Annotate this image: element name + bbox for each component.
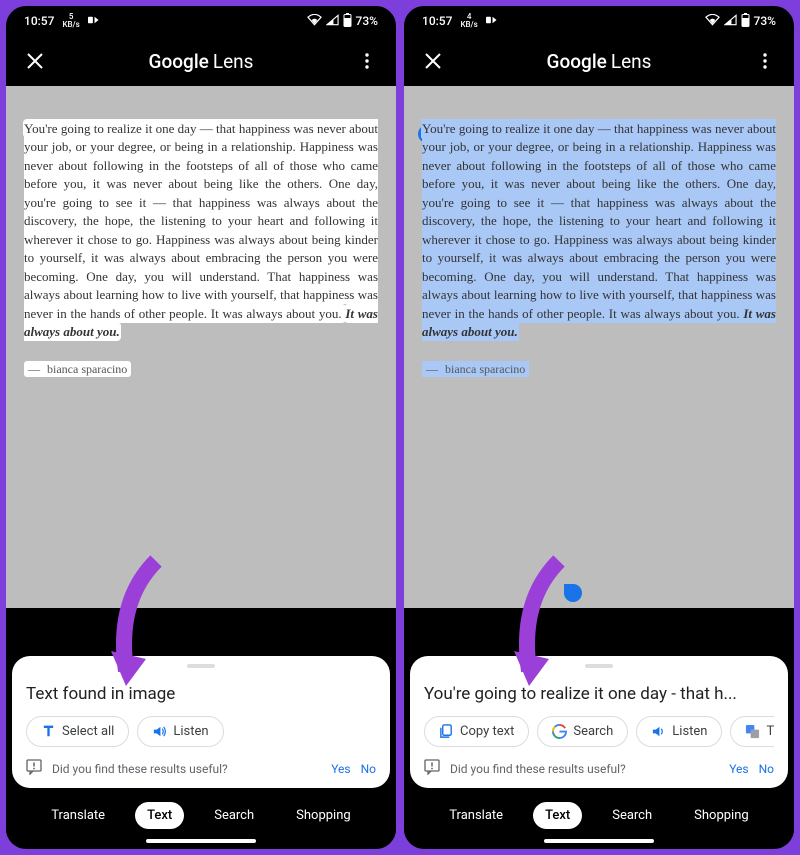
close-icon[interactable] [422,50,444,72]
status-time: 10:57 [422,14,452,28]
home-indicator[interactable] [544,839,654,843]
selection-handle-end[interactable] [564,584,582,602]
feedback-no[interactable]: No [361,762,376,776]
search-button[interactable]: Search [537,716,628,747]
battery-icon [343,13,352,30]
battery-percent: 73% [356,14,378,28]
spacer [404,608,794,656]
listen-button[interactable]: Listen [636,716,722,747]
listen-button[interactable]: Listen [137,716,223,747]
sheet-title: Text found in image [26,684,376,704]
app-header: Google Lens [6,36,396,86]
feedback-question: Did you find these results useful? [450,762,626,776]
tab-shopping[interactable]: Shopping [682,802,761,829]
feedback-yes[interactable]: Yes [729,762,748,776]
action-chips: Copy text Search Listen Tra [424,716,774,747]
sheet-handle[interactable] [585,664,613,668]
text-icon [41,724,56,739]
tab-shopping[interactable]: Shopping [284,802,363,829]
wifi-icon [307,14,322,29]
more-icon[interactable] [356,50,378,72]
tab-translate[interactable]: Translate [437,802,515,829]
mode-tabs: Translate Text Search Shopping [404,788,794,837]
translate-button[interactable]: Tra [730,716,774,747]
copy-text-button[interactable]: Copy text [424,716,529,747]
tab-text[interactable]: Text [533,802,582,829]
notification-icon [486,14,499,28]
feedback-question: Did you find these results useful? [52,762,228,776]
app-title: Google Lens [547,50,652,73]
sheet-title: You're going to realize it one day - tha… [424,684,774,704]
results-sheet: You're going to realize it one day - tha… [410,656,788,788]
status-kbs-unit: KB/s [460,21,477,29]
close-icon[interactable] [24,50,46,72]
phone-screenshot-left: 10:57 5 KB/s 73% Google Lens [4,4,398,851]
sheet-handle[interactable] [187,664,215,668]
app-title: Google Lens [149,50,254,73]
captured-image[interactable]: You're going to realize it one day — tha… [6,86,396,608]
tab-text[interactable]: Text [135,802,184,829]
feedback-yes[interactable]: Yes [331,762,350,776]
speaker-icon [152,724,167,739]
detected-text[interactable]: You're going to realize it one day — tha… [24,120,378,341]
author-text[interactable]: — bianca sparacino [422,361,776,378]
google-icon [552,724,567,739]
translate-icon [745,724,760,739]
author-text[interactable]: — bianca sparacino [24,361,378,378]
captured-image[interactable]: You're going to realize it one day — tha… [404,86,794,608]
selected-text[interactable]: You're going to realize it one day — tha… [422,120,776,341]
mode-tabs: Translate Text Search Shopping [6,788,396,837]
speaker-icon [651,724,666,739]
signal-icon [326,14,339,29]
signal-icon [724,14,737,29]
more-icon[interactable] [754,50,776,72]
status-time: 10:57 [24,14,54,28]
status-bar: 10:57 5 KB/s 73% [6,6,396,36]
notification-icon [88,14,101,28]
action-chips: Select all Listen [26,716,376,747]
home-indicator[interactable] [146,839,256,843]
feedback-row: Did you find these results useful? Yes N… [26,759,376,778]
phone-screenshot-right: 10:57 4 KB/s 73% Google Lens [402,4,796,851]
copy-icon [439,724,454,739]
feedback-row: Did you find these results useful? Yes N… [424,759,774,778]
feedback-icon [26,759,42,778]
feedback-no[interactable]: No [759,762,774,776]
app-header: Google Lens [404,36,794,86]
wifi-icon [705,14,720,29]
select-all-button[interactable]: Select all [26,716,129,747]
status-bar: 10:57 4 KB/s 73% [404,6,794,36]
tab-translate[interactable]: Translate [39,802,117,829]
results-sheet: Text found in image Select all Listen Di… [12,656,390,788]
battery-icon [741,13,750,30]
battery-percent: 73% [754,14,776,28]
spacer [6,608,396,656]
tab-search[interactable]: Search [600,802,664,829]
tab-search[interactable]: Search [202,802,266,829]
feedback-icon [424,759,440,778]
status-kbs-unit: KB/s [62,21,79,29]
